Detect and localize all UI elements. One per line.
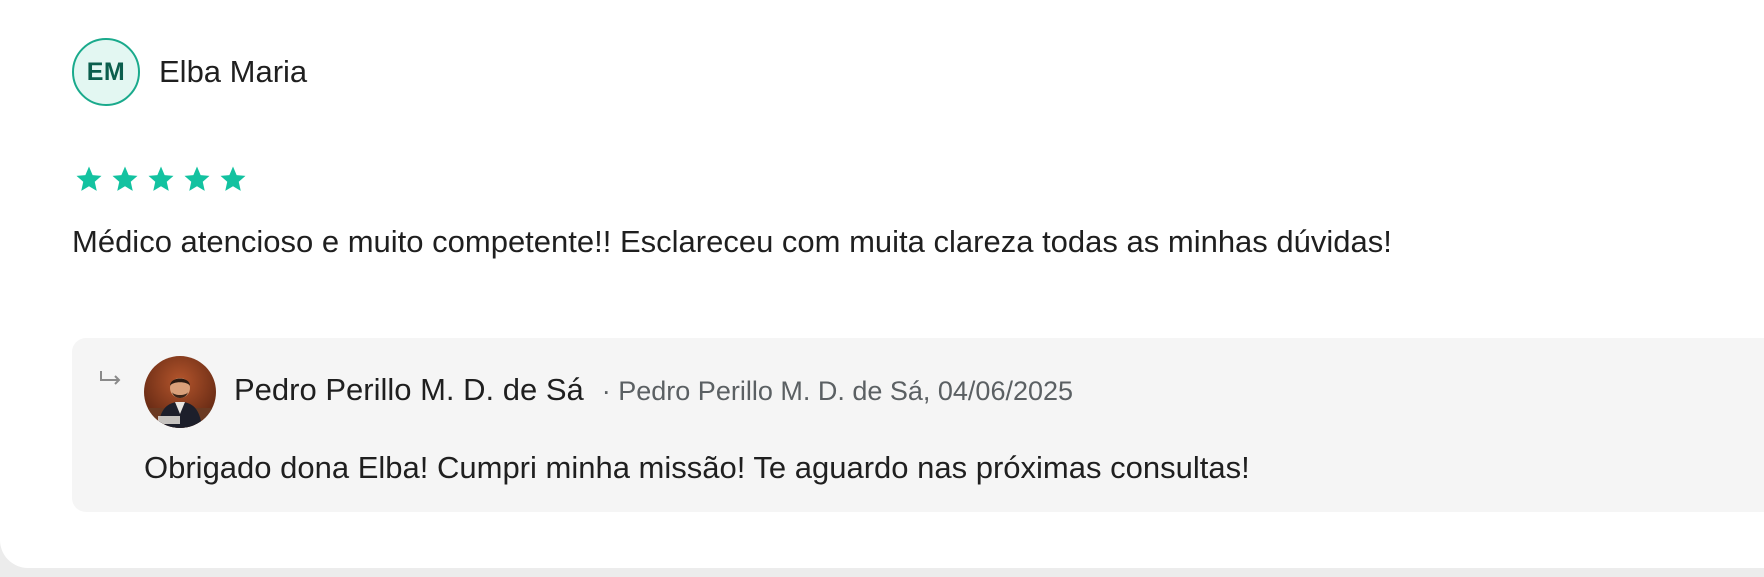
reply-meta: · Pedro Perillo M. D. de Sá, 04/06/2025 xyxy=(601,376,1074,406)
star-icon xyxy=(76,166,102,191)
author-photo-icon xyxy=(144,356,216,428)
reply-text: Obrigado dona Elba! Cumpri minha missão!… xyxy=(144,450,1250,485)
reply-header: Pedro Perillo M. D. de Sá · Pedro Perill… xyxy=(234,372,1073,408)
star-icon xyxy=(184,166,210,191)
reply-arrow-icon xyxy=(100,371,121,385)
reviewer-name: Elba Maria xyxy=(159,54,308,89)
reviewer-avatar: EM xyxy=(72,38,140,106)
star-rating xyxy=(74,164,248,194)
star-icon xyxy=(148,166,174,191)
star-icon xyxy=(220,166,246,191)
star-icon xyxy=(112,166,138,191)
review-card: EM Elba Maria Médico atencioso e muito c… xyxy=(0,0,1764,568)
review-comment: Médico atencioso e muito competente!! Es… xyxy=(72,224,1392,259)
doctor-reply: Pedro Perillo M. D. de Sá · Pedro Perill… xyxy=(72,338,1764,512)
reviewer-initials: EM xyxy=(86,57,126,86)
reply-author-name: Pedro Perillo M. D. de Sá xyxy=(234,372,584,407)
reply-author-avatar xyxy=(144,356,216,428)
reviewer-header: EM Elba Maria xyxy=(72,38,307,106)
